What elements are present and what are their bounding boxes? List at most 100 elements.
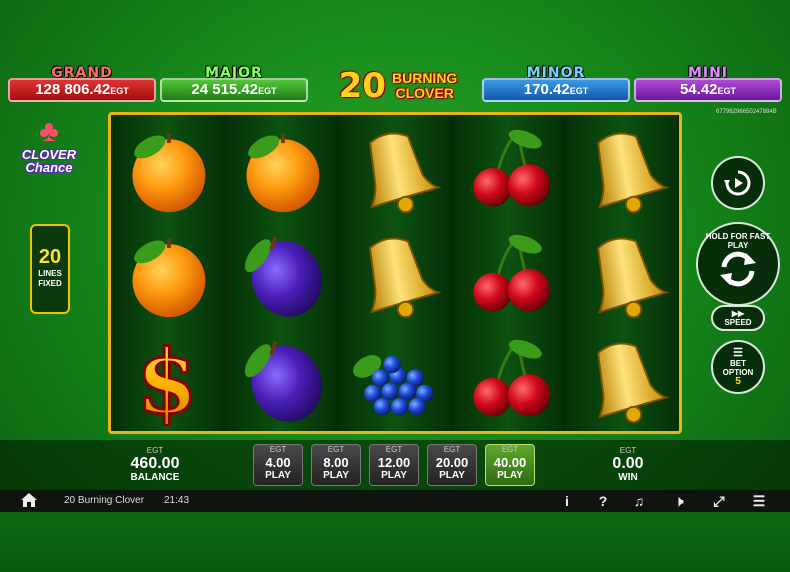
win-label: WIN: [618, 472, 638, 483]
logo-line2: Chance: [25, 160, 73, 175]
cherry-symbol-icon: [452, 220, 565, 325]
bet-button-5[interactable]: EGT 40.00 PLAY: [485, 444, 535, 486]
bet-2-currency: EGT: [327, 445, 345, 454]
bet-2-amount: 8.00: [323, 455, 349, 470]
bet-2-label: PLAY: [323, 470, 349, 481]
bell-symbol-icon: [338, 220, 451, 325]
cherry-symbol-icon: [452, 326, 565, 431]
jackpot-mini: MINI 54.42EGT: [634, 65, 782, 104]
bet-button-3[interactable]: EGT 12.00 PLAY: [369, 444, 419, 486]
win-value: 0.00: [612, 455, 644, 472]
bet-button-4[interactable]: EGT 20.00 PLAY: [427, 444, 477, 486]
orange-symbol-icon: [111, 115, 224, 220]
balance-display: EGT 460.00 BALANCE: [120, 446, 190, 483]
bet-4-currency: EGT: [443, 445, 461, 454]
orange-symbol-icon: [111, 220, 224, 325]
fast-forward-icon: ▶▶: [731, 309, 745, 318]
music-off-icon[interactable]: ♫: [630, 492, 648, 510]
cherry-symbol-icon: [452, 115, 565, 220]
sound-off-icon[interactable]: 🕨: [670, 492, 688, 510]
orange-symbol-icon: [225, 115, 338, 220]
reel-5: [565, 115, 679, 431]
reel-3: [338, 115, 452, 431]
status-game-name: 20 Burning Clover: [64, 495, 145, 506]
autoplay-icon: [724, 170, 751, 196]
game-title-line2: CLOVER: [395, 85, 454, 101]
jackpot-minor-value: 170.42: [523, 81, 570, 98]
bet-5-label: PLAY: [497, 470, 523, 481]
game-title-logo: 20 BURNING CLOVER: [318, 64, 478, 108]
reel-2: [224, 115, 339, 431]
speed-label: SPEED: [724, 318, 752, 327]
status-bar: 20 Burning Clover 21:43 i ? ♫ 🕨 ⤢ ☰: [0, 490, 790, 512]
lines-indicator: 20 LINES FIXED: [30, 224, 70, 314]
game-title-line1: BURNING: [391, 70, 458, 86]
bell-symbol-icon: [338, 115, 451, 220]
home-icon[interactable]: [20, 492, 38, 508]
info-icon[interactable]: i: [558, 492, 576, 510]
bet-1-label: PLAY: [265, 470, 291, 481]
bet-button-1[interactable]: EGT 4.00 PLAY: [253, 444, 303, 486]
plum-symbol-icon: [225, 326, 338, 431]
bet-option-value: 5: [735, 376, 741, 387]
coin-stack-icon: ☰: [733, 347, 743, 359]
jackpot-grand-value-box: 128 806.42EGT: [8, 78, 156, 102]
jackpot-mini-value: 54.42: [679, 81, 718, 98]
bet-4-amount: 20.00: [435, 455, 469, 470]
bell-symbol-icon: [565, 326, 679, 431]
bet-1-currency: EGT: [269, 445, 287, 454]
jackpot-grand-currency: EGT: [110, 86, 129, 96]
balance-value: 460.00: [130, 455, 180, 472]
bell-symbol-icon: [565, 115, 679, 220]
bet-3-amount: 12.00: [377, 455, 411, 470]
bet-3-label: PLAY: [381, 470, 407, 481]
lines-label1: LINES: [38, 269, 62, 278]
game-title-number: 20: [338, 66, 386, 106]
jackpot-major-currency: EGT: [258, 86, 277, 96]
jackpot-major: MAJOR 24 515.42EGT: [160, 65, 308, 104]
win-currency: EGT: [619, 446, 637, 455]
jackpot-minor-currency: EGT: [569, 86, 589, 96]
game-title-words: BURNING CLOVER: [392, 71, 457, 101]
plum-symbol-icon: [225, 220, 338, 325]
jackpot-major-value-box: 24 515.42EGT: [160, 78, 308, 102]
balance-currency: EGT: [146, 446, 164, 455]
jackpot-mini-value-box: 54.42EGT: [634, 78, 782, 102]
lines-count: 20: [38, 246, 62, 268]
lines-label2: FIXED: [38, 279, 62, 288]
clover-icon: ♣: [39, 115, 59, 148]
autoplay-button[interactable]: [711, 156, 765, 210]
spin-icon: [720, 251, 756, 287]
jackpot-minor-value-box: 170.42EGT: [482, 78, 630, 102]
status-clock: 21:43: [164, 495, 190, 506]
menu-icon[interactable]: ☰: [750, 492, 768, 510]
bet-1-amount: 4.00: [265, 455, 291, 470]
speed-button[interactable]: ▶▶ SPEED: [711, 305, 765, 331]
clover-chance-logo: ♣ CLOVER Chance: [14, 116, 84, 182]
bet-button-2[interactable]: EGT 8.00 PLAY: [311, 444, 361, 486]
spin-button[interactable]: HOLD FOR FAST PLAY: [696, 222, 780, 306]
bet-option-button[interactable]: ☰ BET OPTION 5: [711, 340, 765, 394]
reel-1: $: [111, 115, 225, 431]
background-footer: [0, 512, 790, 572]
reel-4: [451, 115, 566, 431]
bet-4-label: PLAY: [439, 470, 465, 481]
jackpot-grand: GRAND 128 806.42EGT: [8, 65, 156, 104]
win-display: EGT 0.00 WIN: [598, 446, 658, 483]
game-id: 67796296650247884B: [716, 109, 777, 115]
jackpot-minor: MINOR 170.42EGT: [482, 65, 630, 104]
dollar-symbol-icon: $: [111, 326, 224, 431]
help-icon[interactable]: ?: [594, 492, 612, 510]
jackpot-major-value: 24 515.42: [191, 81, 259, 98]
spin-hint: HOLD FOR FAST PLAY: [705, 232, 771, 250]
bet-3-currency: EGT: [385, 445, 403, 454]
svg-text:$: $: [137, 330, 198, 426]
jackpot-grand-value: 128 806.42: [35, 81, 111, 98]
reels-grid: $: [108, 112, 682, 434]
bet-5-currency: EGT: [501, 445, 519, 454]
balance-label: BALANCE: [130, 472, 180, 483]
grapes-symbol-icon: [338, 326, 451, 431]
fullscreen-exit-icon[interactable]: ⤢: [710, 492, 728, 510]
bet-option-label: BET OPTION: [722, 359, 754, 377]
jackpot-mini-currency: EGT: [717, 86, 737, 96]
